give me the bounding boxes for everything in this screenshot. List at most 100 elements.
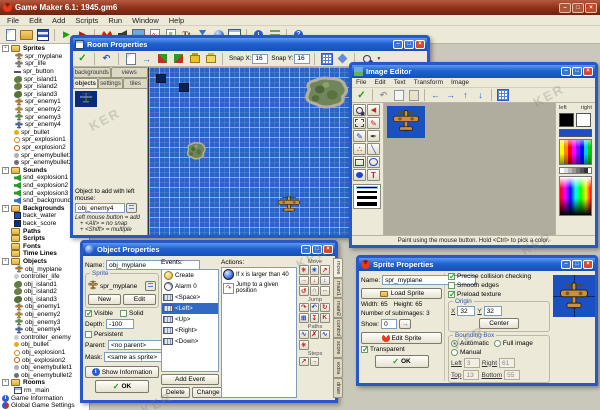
expander-icon[interactable]: - — [2, 205, 9, 212]
tree-item-obj-myplane[interactable]: obj_myplane — [0, 265, 89, 273]
visible-checkbox[interactable] — [85, 310, 92, 317]
text-tool-icon[interactable] — [367, 169, 380, 181]
action-paths-icon-3[interactable]: ✳ — [299, 340, 309, 350]
tree-item-obj-explosion2[interactable]: obj_explosion2 — [0, 356, 89, 364]
copy-icon[interactable] — [391, 88, 406, 102]
select-tool-icon[interactable] — [353, 117, 366, 129]
tree-item-obj-enemy1[interactable]: obj_enemy1 — [0, 303, 89, 311]
check-icon[interactable] — [354, 88, 369, 102]
action-jump-icon-4[interactable]: ↧ — [310, 313, 320, 323]
tree-item-obj-enemybullet2[interactable]: obj_enemybullet2 — [0, 372, 89, 380]
tree-item-obj-island2[interactable]: obj_island2 — [0, 288, 89, 296]
action-move-icon-4[interactable]: ↓ — [310, 276, 320, 286]
maximize-button[interactable]: □ — [312, 245, 322, 254]
menu-edit[interactable]: Edit — [370, 79, 389, 86]
tree-item-controller-enemy[interactable]: controller_enemy — [0, 334, 89, 342]
placed-object-instance[interactable] — [179, 83, 189, 92]
image-editor-titlebar[interactable]: Image Editor – □ × — [352, 65, 595, 78]
open-icon[interactable] — [19, 28, 34, 42]
tree-item-obj-island1[interactable]: obj_island1 — [0, 280, 89, 288]
action-paths-icon-0[interactable]: ∿ — [299, 330, 309, 340]
menu-scripts[interactable]: Scripts — [70, 16, 103, 25]
change-event-button[interactable]: Change — [192, 387, 225, 398]
menu-file[interactable]: File — [2, 16, 24, 25]
tree-item-rm-main[interactable]: rm_main — [0, 387, 89, 395]
arrow-up-icon[interactable] — [458, 88, 473, 102]
add-event-button[interactable]: Add Event — [161, 374, 219, 385]
expander-icon[interactable]: - — [2, 379, 9, 386]
discrete-color-palette[interactable] — [559, 139, 592, 165]
toggle-grid-icon[interactable] — [319, 52, 334, 66]
action-move-icon-7[interactable]: ∩ — [310, 286, 320, 296]
maximize-button[interactable]: □ — [572, 260, 582, 269]
menu-image[interactable]: Image — [447, 79, 473, 86]
paste-icon[interactable] — [406, 88, 421, 102]
gradient-color-palette[interactable] — [559, 176, 592, 216]
room-properties-titlebar[interactable]: Room Properties – □ × — [73, 38, 427, 51]
flip-tool-icon[interactable] — [367, 104, 380, 116]
tree-item-obj-enemybullet1[interactable]: obj_enemybullet1 — [0, 364, 89, 372]
smooth-edges-checkbox[interactable] — [448, 282, 455, 289]
event--space-[interactable]: <Space> — [162, 292, 218, 303]
palette-tab-move[interactable]: move — [333, 258, 343, 278]
line-tool-icon[interactable] — [367, 143, 380, 155]
unlock-instances-icon[interactable] — [203, 52, 218, 66]
left-color-swatch[interactable] — [559, 113, 574, 127]
tree-item-obj-explosion1[interactable]: obj_explosion1 — [0, 349, 89, 357]
tree-item-obj-enemy3[interactable]: obj_enemy3 — [0, 318, 89, 326]
snap-x-input[interactable] — [252, 54, 268, 64]
manual-radio[interactable] — [451, 349, 458, 356]
persistent-checkbox[interactable] — [85, 331, 92, 338]
delete-event-button[interactable]: Delete — [161, 387, 190, 398]
object-to-add-input[interactable] — [75, 203, 125, 213]
palette-tab-control[interactable]: control — [333, 318, 343, 338]
object-properties-titlebar[interactable]: Object Properties – □ × — [83, 243, 335, 256]
sort-horizontal-icon[interactable] — [155, 52, 170, 66]
spray-tool-icon[interactable] — [353, 143, 366, 155]
center-button[interactable]: Center — [479, 318, 519, 329]
action-steps-icon-1[interactable]: → — [310, 357, 320, 367]
placed-island-small[interactable] — [185, 141, 207, 161]
event-create[interactable]: Create — [162, 270, 218, 281]
tab-settings[interactable]: settings — [98, 78, 123, 89]
bbox-top-input[interactable] — [463, 370, 479, 380]
placed-player-plane[interactable] — [277, 195, 301, 213]
main-title-bar[interactable]: Game Maker 6.1: 1945.gm6 – □ × — [0, 0, 600, 15]
apply-changes-icon[interactable] — [75, 52, 90, 66]
tree-item-obj-island3[interactable]: obj_island3 — [0, 296, 89, 304]
load-sprite-button[interactable]: Load Sprite — [361, 288, 442, 299]
action-move-icon-1[interactable]: ✳ — [310, 265, 320, 275]
ellipse-filled-tool-icon[interactable] — [353, 169, 366, 181]
menu-text[interactable]: Text — [390, 79, 410, 86]
action-steps-icon-0[interactable]: ↗ — [299, 357, 309, 367]
event--left-[interactable]: <Left> — [162, 303, 218, 314]
automatic-radio[interactable] — [451, 340, 458, 347]
new-icon[interactable] — [3, 28, 18, 42]
palette-tab-score[interactable]: score — [333, 338, 343, 358]
line-width-selector[interactable] — [353, 184, 381, 209]
undo2-icon[interactable] — [376, 88, 391, 102]
arrow-right2-icon[interactable] — [443, 88, 458, 102]
show-information-button[interactable]: i Show Information — [85, 366, 159, 378]
action-move-icon-2[interactable]: ↗ — [320, 265, 330, 275]
action-paths-icon-2[interactable]: ∿ — [320, 330, 330, 340]
solid-checkbox[interactable] — [120, 310, 127, 317]
menu-window[interactable]: Window — [127, 16, 164, 25]
palette-tab-main1[interactable]: main1 — [333, 278, 343, 298]
right-color-swatch[interactable] — [576, 113, 591, 127]
ellipse-tool-icon[interactable] — [367, 156, 380, 168]
zoom-tool-icon[interactable] — [353, 104, 366, 116]
preload-texture-checkbox[interactable] — [448, 291, 455, 298]
action-jump-icon-0[interactable]: ↷ — [299, 303, 309, 313]
minimize-button[interactable]: – — [559, 3, 571, 13]
action-move-icon-5[interactable]: ↕ — [320, 276, 330, 286]
placed-island-large[interactable] — [301, 75, 351, 111]
event--up-[interactable]: <Up> — [162, 314, 218, 325]
bbox-left-input[interactable] — [464, 358, 480, 368]
tab-backgrounds[interactable]: backgrounds — [73, 67, 111, 78]
minimize-button[interactable]: – — [301, 245, 311, 254]
undo-icon[interactable] — [99, 52, 114, 66]
action-jump-to-a-given-position[interactable]: Jump to a given position — [222, 281, 296, 295]
shift-objects-icon[interactable] — [139, 52, 154, 66]
bbox-bottom-input[interactable] — [504, 370, 520, 380]
